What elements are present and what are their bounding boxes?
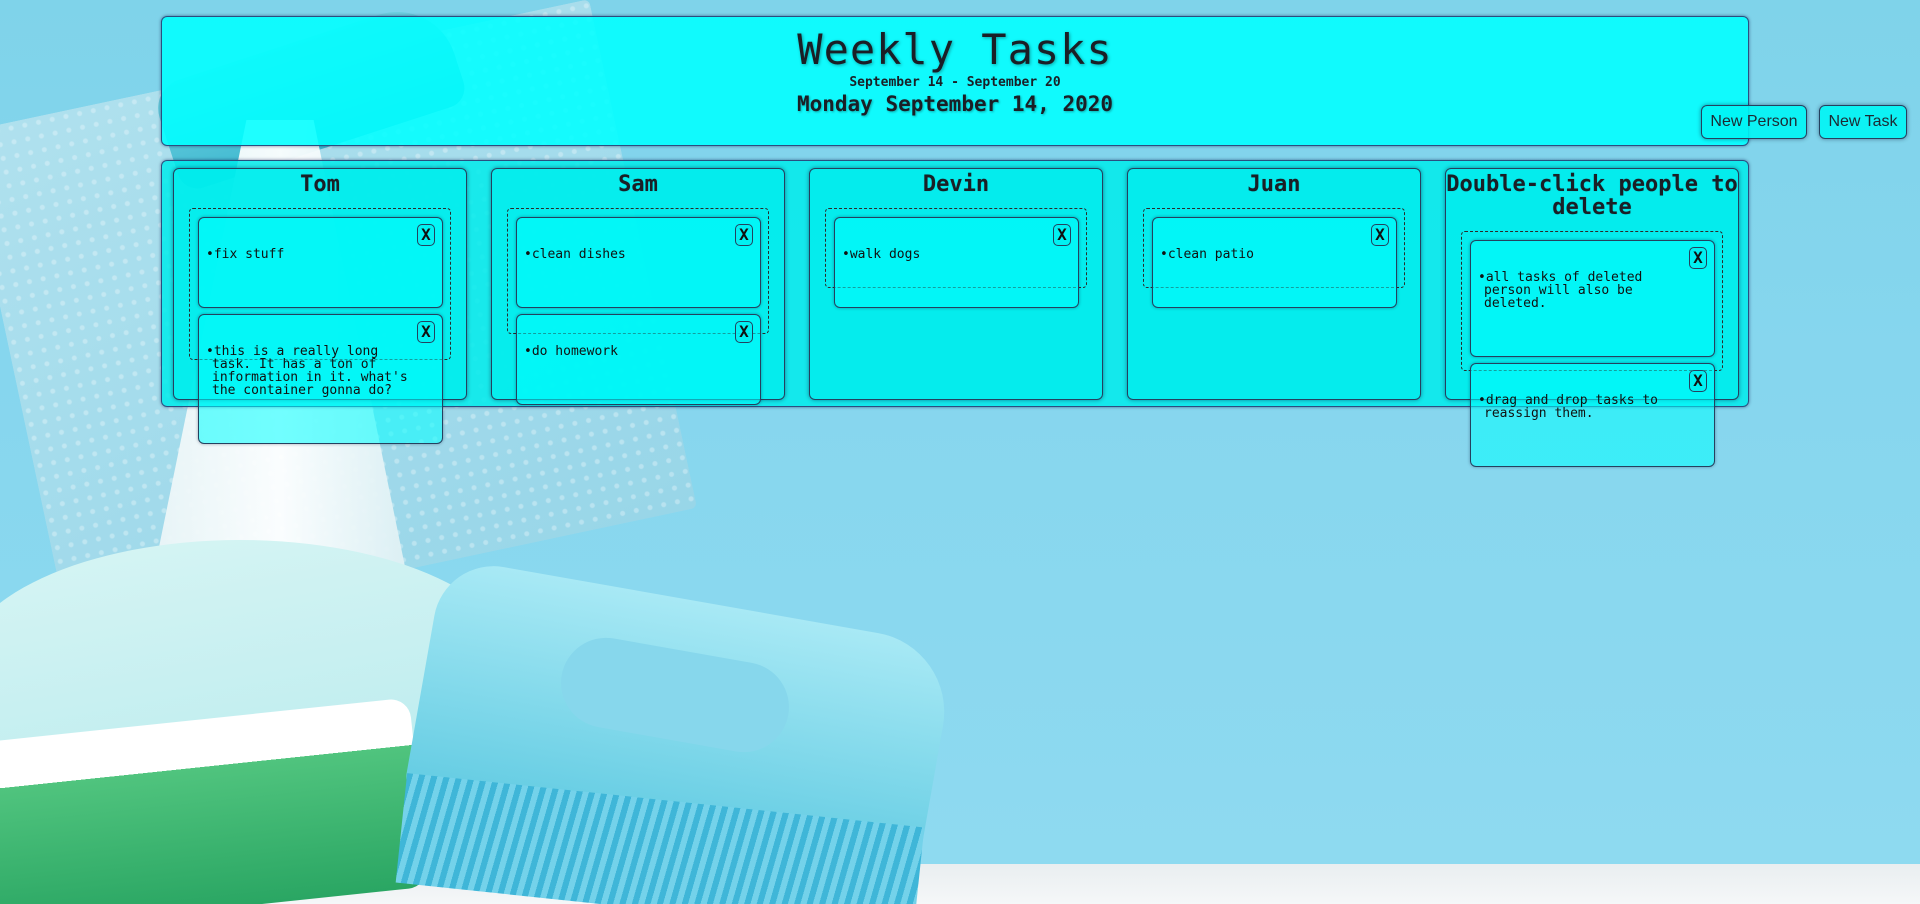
person-column-sam[interactable]: Sam •clean dishes X •do homework X [491,168,785,405]
task-dropzone[interactable]: •fix stuff X •this is a really long task… [189,208,451,444]
person-name[interactable]: Juan [1128,173,1420,196]
delete-task-button[interactable]: X [1053,224,1071,246]
task-card[interactable]: •clean patio X [1152,217,1397,308]
new-person-button[interactable]: New Person [1701,105,1807,139]
task-card[interactable]: •this is a really long task. It has a to… [198,314,443,444]
delete-task-button[interactable]: X [417,321,435,343]
person-column-tom[interactable]: Tom •fix stuff X •this is a really long … [173,168,467,444]
task-dropzone[interactable]: •all tasks of deleted person will also b… [1461,231,1723,467]
task-text: •drag and drop tasks to reassign them. [1478,393,1666,421]
task-text: •all tasks of deleted person will also b… [1478,270,1651,311]
task-dropzone[interactable]: •clean dishes X •do homework X [507,208,769,405]
person-column-devin[interactable]: Devin •walk dogs X [809,168,1103,400]
person-column-instructions[interactable]: Double-click people to delete •all tasks… [1445,168,1739,467]
task-card[interactable]: •fix stuff X [198,217,443,308]
task-card[interactable]: •clean dishes X [516,217,761,308]
task-dropzone[interactable]: •walk dogs X [825,208,1087,308]
person-name[interactable]: Tom [174,173,466,196]
task-card[interactable]: •drag and drop tasks to reassign them. X [1470,363,1715,467]
task-card[interactable]: •do homework X [516,314,761,405]
page-title: Weekly Tasks [797,25,1113,74]
person-name[interactable]: Double-click people to delete [1446,173,1738,219]
person-column-juan[interactable]: Juan •clean patio X [1127,168,1421,400]
delete-task-button[interactable]: X [417,224,435,246]
delete-task-button[interactable]: X [1689,370,1707,392]
task-card[interactable]: •all tasks of deleted person will also b… [1470,240,1715,357]
person-name[interactable]: Sam [492,173,784,196]
header-panel: Weekly Tasks September 14 - September 20… [161,16,1907,146]
task-card[interactable]: •walk dogs X [834,217,1079,308]
week-range: September 14 - September 20 [849,75,1061,90]
person-name[interactable]: Devin [810,173,1102,196]
task-board: Tom •fix stuff X •this is a really long … [161,160,1749,467]
task-text: •clean dishes [524,247,626,262]
current-date: Monday September 14, 2020 [796,92,1114,116]
new-task-button[interactable]: New Task [1819,105,1907,139]
task-text: •walk dogs [842,247,921,262]
delete-task-button[interactable]: X [735,224,753,246]
task-text: •clean patio [1160,247,1254,262]
delete-task-button[interactable]: X [735,321,753,343]
task-text: •this is a really long task. It has a to… [206,344,416,398]
task-dropzone[interactable]: •clean patio X [1143,208,1405,308]
task-text: •fix stuff [206,247,285,262]
delete-task-button[interactable]: X [1371,224,1389,246]
delete-task-button[interactable]: X [1689,247,1707,269]
task-text: •do homework [524,344,618,359]
